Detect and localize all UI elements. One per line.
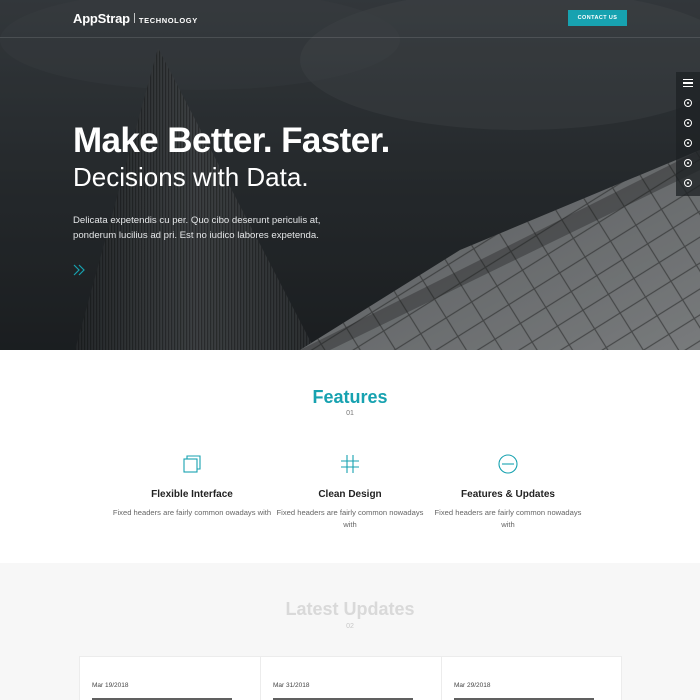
brand-divider <box>133 13 135 23</box>
card-date: Mar 31/2018 <box>273 682 310 689</box>
brand-subtitle: TECHNOLOGY <box>138 16 198 25</box>
nav-dot-icon[interactable] <box>684 119 692 127</box>
feature-description: Fixed headers are fairly common nowadays… <box>434 508 582 529</box>
feature-description: Fixed headers are fairly common owadays … <box>112 508 272 517</box>
contact-us-button[interactable]: CONTACT US <box>568 10 627 26</box>
top-navbar: AppStrap TECHNOLOGY CONTACT US <box>0 0 700 38</box>
hero-section: AppStrap TECHNOLOGY CONTACT US Make Bett… <box>0 0 700 350</box>
update-cards: Mar 19/2018 Mar 31/2018 Mar 29/2018 <box>79 656 622 700</box>
hero-description: Delicata expetendis cu per. Quo cibo des… <box>73 215 321 241</box>
feature-item: Features & Updates Fixed headers are fai… <box>428 453 588 531</box>
nav-dot-icon[interactable] <box>684 159 692 167</box>
feature-description: Fixed headers are fairly common nowadays… <box>276 508 424 529</box>
feature-item: Flexible Interface Fixed headers are fai… <box>112 453 272 519</box>
brand-logo[interactable]: AppStrap TECHNOLOGY <box>73 11 198 26</box>
features-title: Features <box>312 387 388 407</box>
features-section: Features 01 Flexible Interface Fixed hea… <box>0 350 700 563</box>
hero-subtitle: Decisions with Data. <box>73 162 309 192</box>
update-card[interactable]: Mar 19/2018 <box>79 656 260 700</box>
layers-icon <box>183 455 201 473</box>
feature-title: Flexible Interface <box>151 489 233 500</box>
card-date: Mar 29/2018 <box>454 682 491 689</box>
menu-icon[interactable] <box>683 79 693 87</box>
nav-dot-icon[interactable] <box>684 139 692 147</box>
updates-number: 02 <box>346 623 354 630</box>
brand-name: AppStrap <box>73 11 130 26</box>
update-card[interactable]: Mar 31/2018 <box>260 656 441 700</box>
side-dot-navigation <box>676 72 700 196</box>
features-number: 01 <box>346 410 354 417</box>
feature-title: Features & Updates <box>461 489 555 500</box>
updates-title: Latest Updates <box>285 599 415 619</box>
grid-icon <box>341 455 359 473</box>
nav-dot-icon[interactable] <box>684 179 692 187</box>
feature-title: Clean Design <box>318 489 382 500</box>
scroll-down-arrow-icon[interactable] <box>71 262 87 278</box>
latest-updates-section: Latest Updates 02 Mar 19/2018 Mar 31/201… <box>0 563 700 700</box>
feature-item: Clean Design Fixed headers are fairly co… <box>270 453 430 531</box>
update-card[interactable]: Mar 29/2018 <box>441 656 622 700</box>
card-date: Mar 19/2018 <box>92 682 129 689</box>
circle-minus-icon <box>498 454 518 474</box>
hero-title: Make Better. Faster. <box>73 121 390 160</box>
nav-dot-icon[interactable] <box>684 99 692 107</box>
